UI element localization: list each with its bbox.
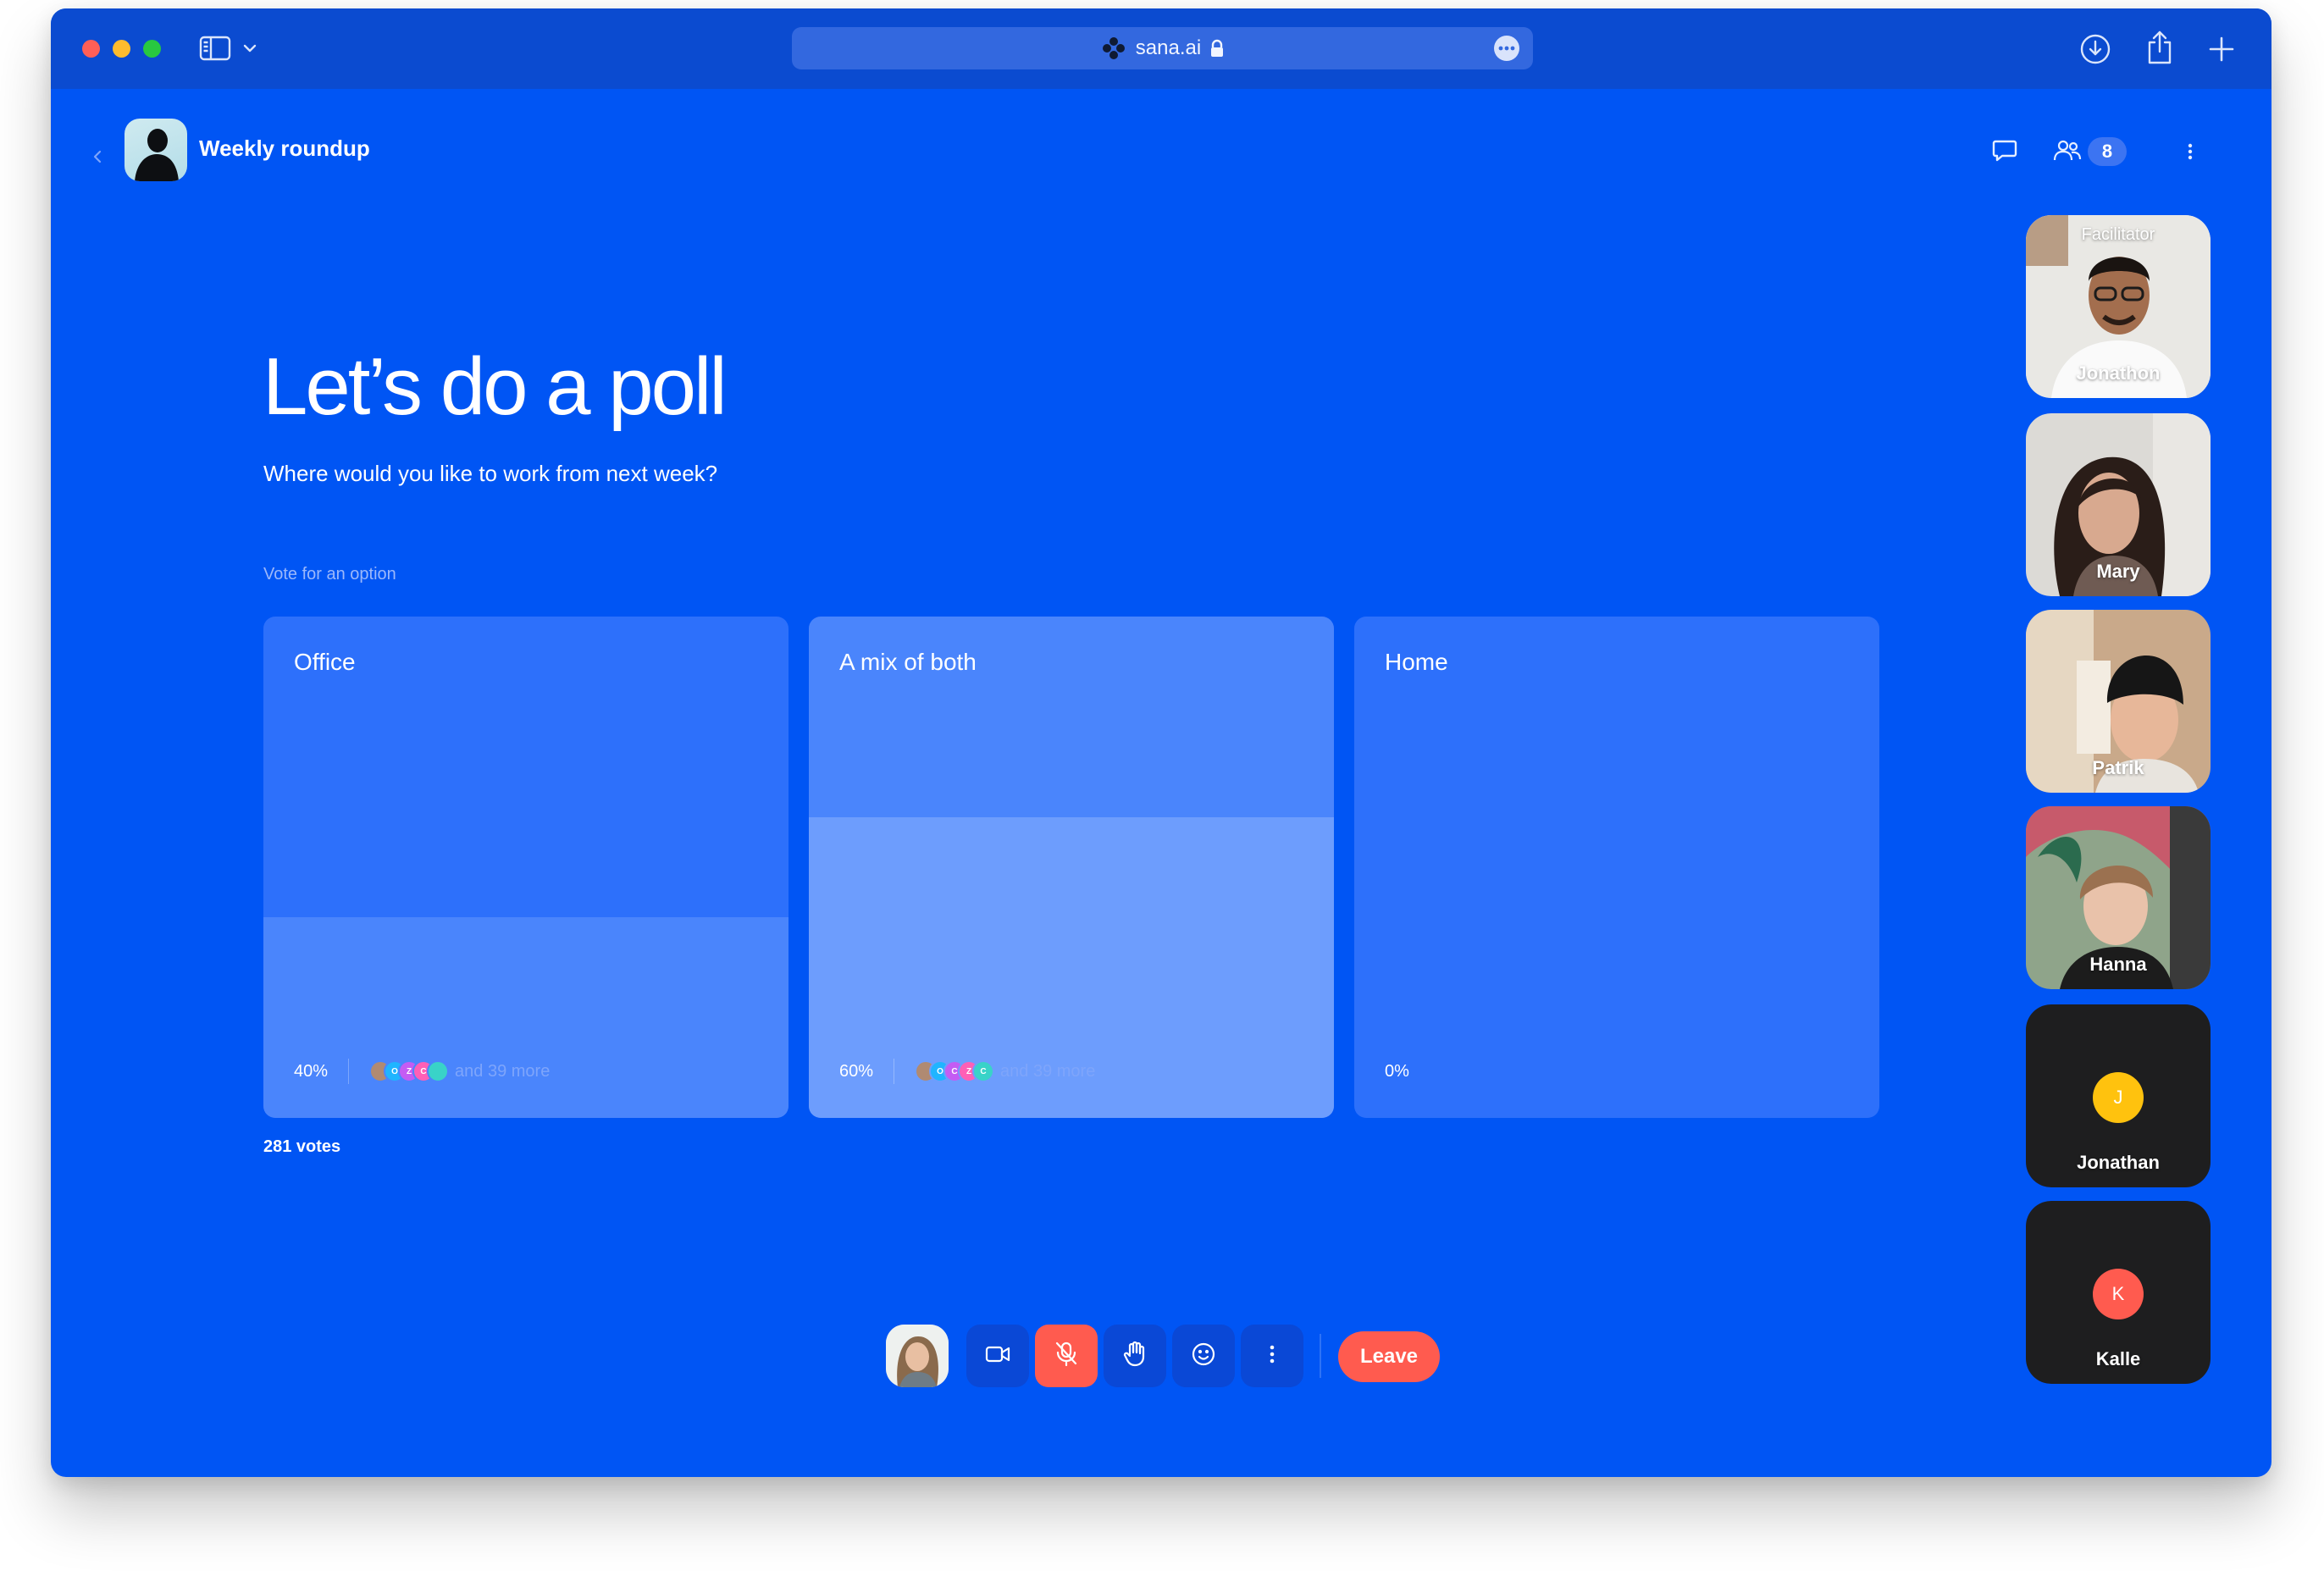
- more-options-button[interactable]: [1241, 1325, 1303, 1387]
- leave-button[interactable]: Leave: [1338, 1331, 1440, 1382]
- share-icon[interactable]: [2143, 27, 2177, 68]
- poll-title: Let’s do a poll: [263, 341, 728, 432]
- participant-name: Kalle: [2095, 1348, 2141, 1369]
- participant-tile-kalle[interactable]: K Kalle: [2026, 1201, 2211, 1384]
- divider: [348, 1059, 350, 1084]
- lock-icon: [1209, 39, 1225, 58]
- participant-tile-mary[interactable]: Mary: [2026, 413, 2211, 596]
- participant-avatar: K: [2093, 1269, 2144, 1319]
- sidebar-toggle-icon[interactable]: [196, 32, 234, 64]
- mic-toggle-button[interactable]: [1035, 1325, 1098, 1387]
- option-percent: 40%: [294, 1061, 329, 1081]
- raise-hand-button[interactable]: [1104, 1325, 1166, 1387]
- minimize-window-button[interactable]: [113, 40, 130, 58]
- option-percent: 60%: [839, 1061, 874, 1081]
- participant-tile-patrik[interactable]: Patrik: [2026, 610, 2211, 793]
- close-window-button[interactable]: [82, 40, 100, 58]
- new-tab-plus-icon[interactable]: [2203, 30, 2240, 68]
- participant-tile-hanna[interactable]: Hanna: [2026, 806, 2211, 989]
- participant-name: Hanna: [2089, 954, 2147, 975]
- option-label: A mix of both: [839, 649, 977, 675]
- room-avatar: [125, 119, 187, 181]
- emoji-icon: [1191, 1341, 1216, 1371]
- voter-avatar-stack: O Z C: [369, 1060, 450, 1082]
- participant-name: Patrik: [2092, 757, 2144, 778]
- meeting-title: Weekly roundup: [199, 136, 370, 161]
- self-view-avatar[interactable]: [886, 1325, 949, 1387]
- voter-avatar-stack: O C Z C: [915, 1060, 995, 1082]
- voter-avatar: [427, 1060, 450, 1082]
- camera-toggle-button[interactable]: [966, 1325, 1029, 1387]
- vote-hint: Vote for an option: [263, 565, 396, 584]
- participants-icon[interactable]: [2050, 134, 2084, 168]
- total-votes: 281 votes: [263, 1137, 341, 1156]
- address-text: sana.ai: [1135, 36, 1202, 59]
- option-label: Home: [1385, 649, 1448, 675]
- browser-toolbar: sana.ai: [51, 8, 2271, 89]
- mic-off-icon: [1054, 1341, 1079, 1372]
- participant-count-badge[interactable]: 8: [2088, 137, 2127, 166]
- chevron-down-icon[interactable]: [239, 34, 261, 63]
- voters-more-text: and 39 more: [1000, 1061, 1096, 1081]
- poll-question: Where would you like to work from next w…: [263, 461, 718, 486]
- address-bar[interactable]: sana.ai: [792, 27, 1533, 69]
- more-vertical-icon: [1270, 1345, 1275, 1368]
- participant-name: Jonathon: [2076, 362, 2161, 384]
- reactions-button[interactable]: [1172, 1325, 1235, 1387]
- participant-tile-jonathan[interactable]: J Jonathan: [2026, 1004, 2211, 1187]
- option-label: Office: [294, 649, 356, 675]
- chat-icon[interactable]: [1988, 134, 2022, 168]
- vote-share-bar: [263, 917, 788, 1118]
- camera-icon: [985, 1345, 1010, 1368]
- page-more-icon[interactable]: [1494, 36, 1519, 61]
- poll-option-home[interactable]: Home 0%: [1354, 617, 1879, 1118]
- participant-role: Facilitator: [2081, 225, 2155, 244]
- participant-name: Mary: [2096, 561, 2140, 582]
- poll-option-office[interactable]: Office 40% O Z C and 39 more: [263, 617, 788, 1118]
- sana-logo-icon: [1100, 35, 1127, 62]
- participant-name: Jonathan: [2077, 1152, 2160, 1173]
- more-vertical-icon[interactable]: [2178, 136, 2202, 168]
- voter-avatar: C: [972, 1060, 995, 1082]
- raise-hand-icon: [1123, 1341, 1147, 1372]
- zoom-window-button[interactable]: [143, 40, 161, 58]
- voters-more-text: and 39 more: [455, 1061, 551, 1081]
- participant-avatar: J: [2093, 1072, 2144, 1123]
- poll-option-mix[interactable]: A mix of both 60% O C Z C and 39 more: [809, 617, 1334, 1118]
- divider: [1320, 1334, 1321, 1378]
- option-percent: 0%: [1385, 1061, 1409, 1081]
- download-icon[interactable]: [2077, 30, 2114, 68]
- browser-window: sana.ai Weekly roundup 8 Let’s do a poll…: [51, 8, 2271, 1477]
- back-chevron-icon[interactable]: [85, 144, 110, 169]
- participant-tile-jonathon[interactable]: Facilitator Jonathon: [2026, 215, 2211, 398]
